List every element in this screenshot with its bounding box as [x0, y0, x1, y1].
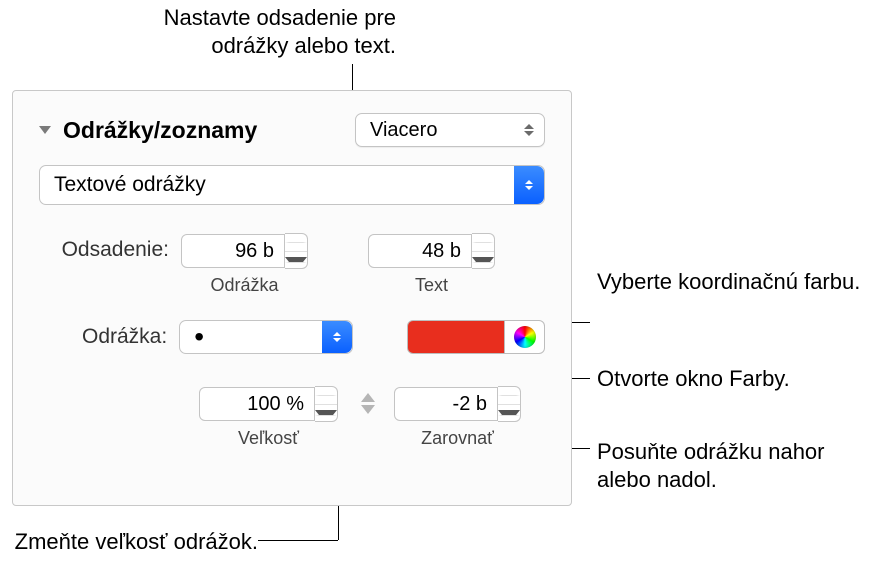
indent-bullet-input[interactable] [181, 234, 285, 268]
indent-bullet-stepper[interactable] [181, 233, 308, 269]
callout-line-size-h [258, 540, 338, 541]
stepper-down-icon[interactable] [285, 252, 307, 269]
indent-text-input[interactable] [368, 234, 472, 268]
chevron-updown-icon [524, 124, 534, 136]
stepper-up-icon[interactable] [315, 387, 337, 405]
align-sublabel: Zarovnať [394, 428, 521, 449]
section-header: Odrážky/zoznamy Viacero [39, 113, 545, 147]
bullet-label: Odrážka: [39, 325, 167, 349]
bullet-char-popup[interactable]: • [179, 320, 353, 354]
indent-label: Odsadenie: [39, 233, 169, 262]
size-sublabel: Veľkosť [199, 428, 338, 449]
callout-open-colors: Otvorte okno Farby. [597, 365, 790, 393]
vertical-sort-icon [356, 388, 380, 418]
size-input[interactable] [199, 387, 315, 421]
stepper-up-icon[interactable] [285, 234, 307, 252]
color-swatch[interactable] [407, 320, 505, 354]
color-picker-button[interactable] [505, 320, 545, 354]
align-input[interactable] [394, 387, 498, 421]
stepper-buttons[interactable] [285, 233, 308, 269]
stepper-down-icon[interactable] [315, 405, 337, 422]
color-wheel-icon [514, 326, 536, 348]
list-style-popup[interactable]: Viacero [355, 113, 545, 147]
bullet-char: • [194, 332, 204, 342]
callout-size: Zmeňte veľkosť odrážok. [10, 528, 258, 556]
stepper-buttons[interactable] [315, 386, 338, 422]
bullet-type-value: Textové odrážky [54, 173, 206, 197]
stepper-down-icon[interactable] [498, 405, 520, 422]
bullets-lists-panel: Odrážky/zoznamy Viacero Textové odrážky … [12, 90, 572, 506]
stepper-down-icon[interactable] [472, 252, 494, 269]
stepper-buttons[interactable] [472, 233, 495, 269]
size-stepper[interactable] [199, 386, 338, 422]
popup-arrow-icon [514, 166, 544, 204]
indent-text-stepper[interactable] [368, 233, 495, 269]
callout-coord-color: Vyberte koordinačnú farbu. [597, 268, 860, 296]
indent-bullet-sublabel: Odrážka [181, 275, 308, 296]
section-title: Odrážky/zoznamy [63, 117, 355, 144]
bullet-type-popup[interactable]: Textové odrážky [39, 165, 545, 205]
disclosure-triangle-icon[interactable] [39, 126, 51, 134]
stepper-up-icon[interactable] [472, 234, 494, 252]
align-stepper[interactable] [394, 386, 521, 422]
popup-arrow-icon [322, 321, 352, 353]
stepper-buttons[interactable] [498, 386, 521, 422]
list-style-value: Viacero [370, 119, 437, 142]
callout-indent: Nastavte odsadenie pre odrážky alebo tex… [96, 4, 396, 59]
callout-align: Posuňte odrážku nahor alebo nadol. [597, 438, 857, 493]
stepper-up-icon[interactable] [498, 387, 520, 405]
indent-text-sublabel: Text [368, 275, 495, 296]
